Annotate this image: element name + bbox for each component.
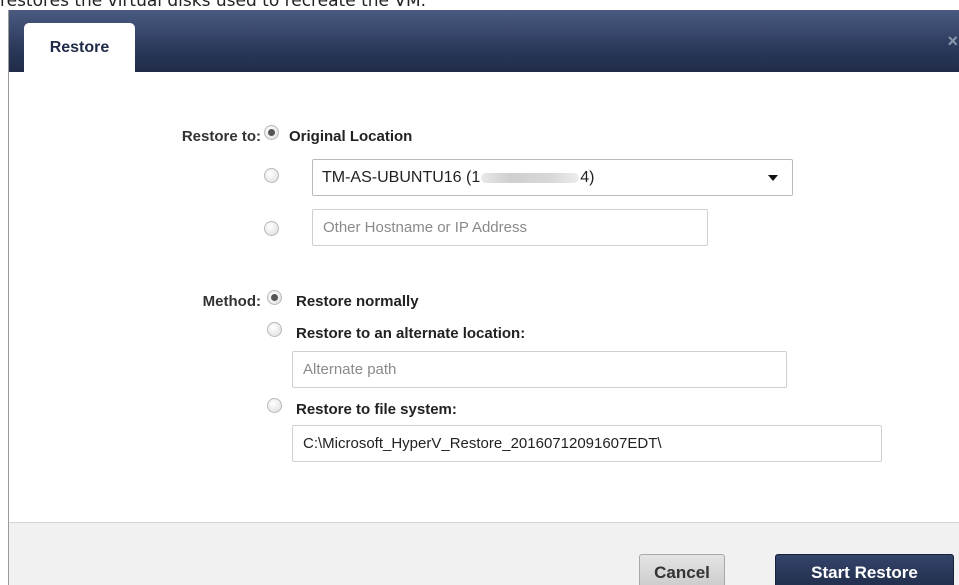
radio-other-host[interactable] [264,221,279,236]
dialog-titlebar: Restore × [9,10,959,72]
radio-file-system[interactable] [267,398,282,413]
method-label: Method: [202,293,261,310]
host-select[interactable]: TM-AS-UBUNTU16 (1 4) [312,159,793,196]
tab-restore[interactable]: Restore [24,23,135,72]
file-system-path-input[interactable] [292,425,882,462]
host-select-suffix: 4) [580,169,595,186]
radio-original-location[interactable] [264,125,279,140]
radio-host-select[interactable] [264,168,279,183]
other-host-input[interactable] [312,209,708,246]
radio-restore-normally[interactable] [267,290,282,305]
file-system-label: Restore to file system: [296,401,457,418]
close-icon[interactable]: × [947,32,958,50]
host-select-prefix: TM-AS-UBUNTU16 (1 [322,169,481,186]
restore-dialog: Restore × Restore to: Original Location … [8,10,959,585]
dialog-footer: Cancel Start Restore [9,522,959,585]
alternate-path-input[interactable] [292,351,787,388]
radio-alternate-location[interactable] [267,322,282,337]
alternate-location-label: Restore to an alternate location: [296,325,526,342]
restore-to-label: Restore to: [181,128,261,145]
original-location-label: Original Location [289,128,413,145]
chevron-down-icon[interactable] [768,175,778,181]
start-restore-button[interactable]: Start Restore [775,554,954,585]
restore-normally-label: Restore normally [296,293,419,310]
cancel-button[interactable]: Cancel [639,554,725,585]
redacted-ip [481,172,580,183]
